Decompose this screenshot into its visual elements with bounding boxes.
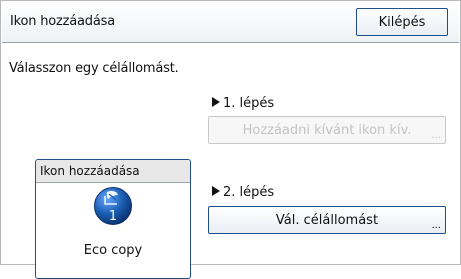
triangle-right-icon — [212, 186, 220, 196]
main-panel: Válasszon egy célállomást. Ikon hozzáadá… — [2, 43, 459, 279]
step1-label-text: 1. lépés — [223, 96, 275, 111]
eco-copy-icon: 1 — [94, 187, 132, 225]
select-destination-button[interactable]: Vál. célállomást ... — [208, 206, 446, 234]
window-frame: Ikon hozzáadása Kilépés Válasszon egy cé… — [0, 0, 461, 279]
icon-preview-panel: Ikon hozzáadása 1 Eco copy — [35, 159, 191, 279]
step2-label: 2. lépés — [212, 185, 274, 200]
title-bar: Ikon hozzáadása Kilépés — [2, 2, 459, 43]
step2-label-text: 2. lépés — [223, 185, 275, 200]
triangle-right-icon — [212, 97, 220, 107]
icon-number: 1 — [109, 209, 117, 224]
instruction-text: Válasszon egy célállomást. — [9, 61, 179, 76]
ellipsis-indicator: ... — [431, 220, 441, 231]
select-icon-button[interactable]: Hozzáadni kívánt ikon kív. ... — [208, 116, 446, 144]
select-icon-button-label: Hozzáadni kívánt ikon kív. — [242, 122, 412, 138]
icon-panel-title: Ikon hozzáadása — [40, 164, 140, 178]
icon-name-label: Eco copy — [83, 243, 143, 258]
exit-button[interactable]: Kilépés — [356, 8, 448, 36]
icon-panel-header: Ikon hozzáadása — [36, 160, 190, 183]
window-title: Ikon hozzáadása — [10, 14, 115, 29]
select-destination-button-label: Vál. célállomást — [275, 212, 379, 228]
step1-label: 1. lépés — [212, 96, 274, 111]
ellipsis-indicator: ... — [431, 130, 441, 141]
